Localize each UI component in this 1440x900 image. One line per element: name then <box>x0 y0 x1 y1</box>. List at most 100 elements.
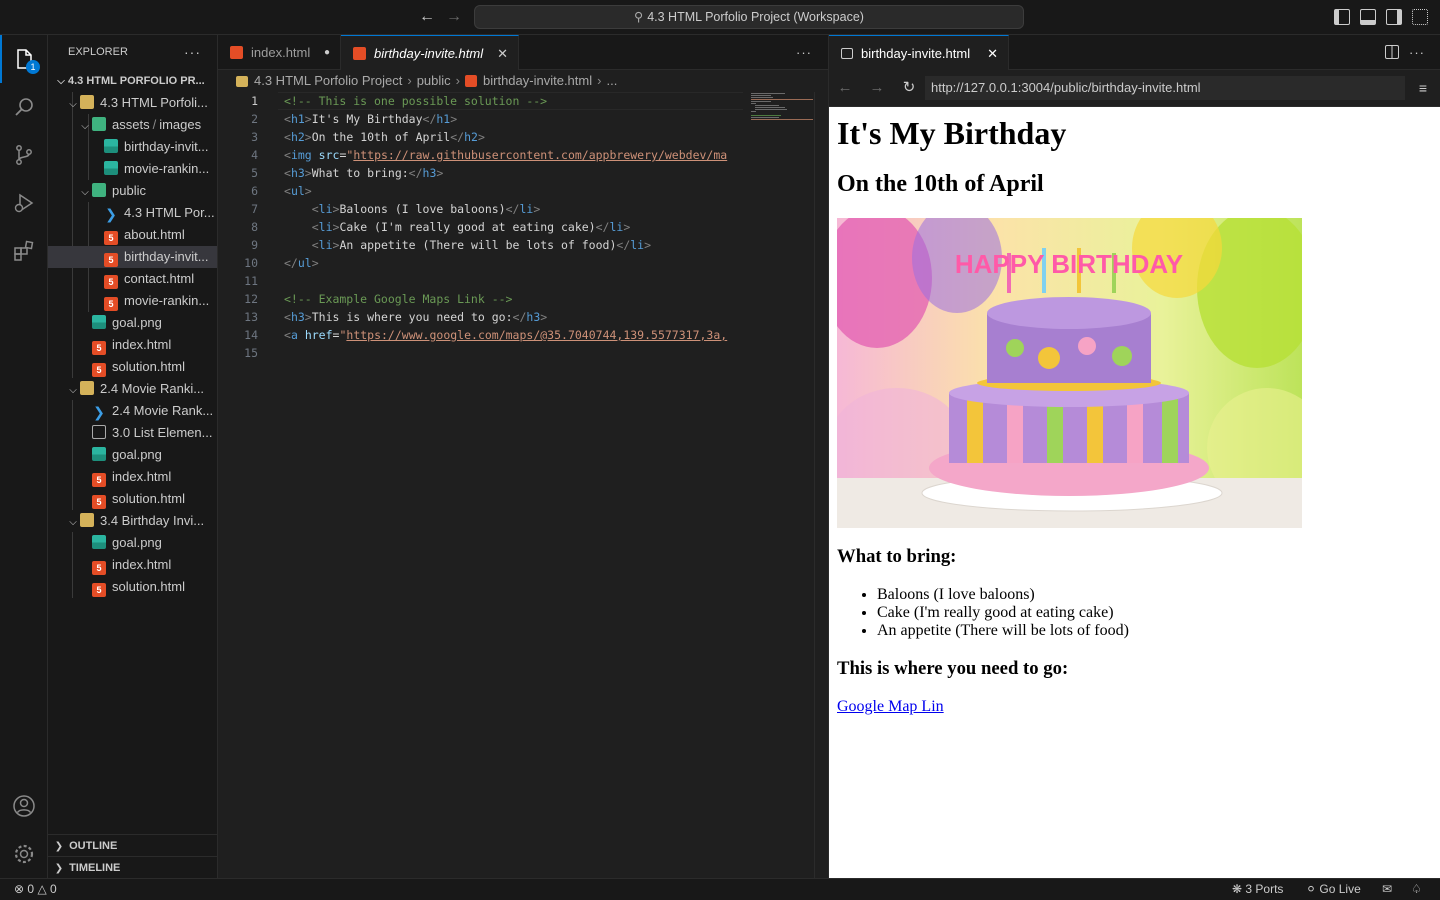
code-token: What to bring: <box>311 166 409 180</box>
tree-file[interactable]: 5 solution.html <box>48 576 217 598</box>
tree-label: birthday-invit... <box>124 249 209 264</box>
code-token: h1 <box>436 112 451 126</box>
outline-section[interactable]: ❯ OUTLINE <box>48 834 217 856</box>
tree-file[interactable]: goal.png <box>48 532 217 554</box>
tree-file[interactable]: 5 index.html <box>48 466 217 488</box>
tab-birthday-invite-html[interactable]: birthday-invite.html ✕ <box>341 35 519 70</box>
accounts-activity[interactable] <box>0 782 48 830</box>
page-heading-1: It's My Birthday <box>837 115 1067 151</box>
reload-icon[interactable]: ↻ <box>899 78 919 98</box>
split-editor-icon[interactable] <box>1385 45 1399 59</box>
chevron-down-icon: ⌵ <box>69 99 77 110</box>
ports-indicator[interactable]: ❋ 3 Ports <box>1232 879 1283 900</box>
forward-arrow-icon[interactable]: → <box>867 78 887 98</box>
tree-file[interactable]: 3.0 List Elemen... <box>48 422 217 444</box>
tree-folder[interactable]: ⌵ 2.4 Movie Ranki... <box>48 378 217 400</box>
minimap-line <box>751 115 781 116</box>
where-to-go-heading: This is where you need to go: <box>837 658 1069 679</box>
tree-file[interactable]: 5 index.html <box>48 554 217 576</box>
tree-file[interactable]: movie-rankin... <box>48 158 217 180</box>
more-actions-icon[interactable]: ··· <box>796 35 812 70</box>
source-control-activity[interactable] <box>0 131 48 179</box>
bell-icon[interactable]: ♤ <box>1411 879 1422 900</box>
tree-folder[interactable]: ⌵ 3.4 Birthday Invi... <box>48 510 217 532</box>
tree-file[interactable]: 5 birthday-invit... <box>48 246 217 268</box>
code-token: < <box>284 166 291 180</box>
toggle-primary-sidebar-icon[interactable] <box>1334 9 1350 25</box>
birthday-cake-image: HAPPY BIRTHDAY <box>837 218 1302 528</box>
google-map-link[interactable]: Google Map Lin <box>837 698 944 715</box>
code-token: > <box>304 166 312 180</box>
minimap[interactable] <box>751 92 816 122</box>
tree-file[interactable]: 5 index.html <box>48 334 217 356</box>
modified-dot-icon[interactable]: ● <box>324 35 330 70</box>
chevron-right-icon: › <box>597 73 602 88</box>
command-center[interactable]: ⚲ 4.3 HTML Porfolio Project (Workspace) <box>474 5 1024 29</box>
breadcrumb-item[interactable]: 4.3 HTML Porfolio Project <box>254 73 402 88</box>
code-token: li <box>519 202 534 216</box>
chevron-down-icon: ⌵ <box>81 121 89 132</box>
code-token: li <box>609 220 624 234</box>
tree-folder[interactable]: ⌵ 4.3 HTML PORFOLIO PR... <box>48 70 217 92</box>
code-line: 8 <li>Cake (I'm really good at eating ca… <box>218 218 743 236</box>
customize-layout-icon[interactable] <box>1412 9 1428 25</box>
code-line: 9 <li>An appetite (There will be lots of… <box>218 236 743 254</box>
code-token: > <box>304 310 312 324</box>
tree-file[interactable]: birthday-invit... <box>48 136 217 158</box>
code-token: </ <box>408 166 423 180</box>
tree-file[interactable]: 5 movie-rankin... <box>48 290 217 312</box>
editor-scrollbar[interactable] <box>814 92 815 878</box>
forward-arrow-icon[interactable]: → <box>444 8 464 28</box>
menu-icon[interactable]: ≡ <box>1413 78 1433 98</box>
html-file-icon: 5 <box>92 341 106 355</box>
tree-file[interactable]: goal.png <box>48 444 217 466</box>
tab-index-html[interactable]: index.html ● <box>218 35 341 70</box>
url-input[interactable]: http://127.0.0.1:3004/public/birthday-in… <box>925 76 1405 100</box>
image-file-icon <box>92 535 106 549</box>
timeline-section[interactable]: ❯ TIMELINE <box>48 856 217 878</box>
more-actions-icon[interactable]: ··· <box>184 35 201 70</box>
close-icon[interactable]: ✕ <box>987 36 998 71</box>
code-editor[interactable]: 1 <!-- This is one possible solution --> 2… <box>218 92 743 878</box>
line-source: <!-- This is one possible solution --> <box>284 92 547 110</box>
tree-folder[interactable]: ⌵ assets / images <box>48 114 217 136</box>
manage-activity[interactable] <box>0 830 48 878</box>
image-file-icon <box>92 315 106 329</box>
tree-folder[interactable]: ⌵ public <box>48 180 217 202</box>
search-activity[interactable] <box>0 83 48 131</box>
toggle-panel-icon[interactable] <box>1360 9 1376 25</box>
tree-file[interactable]: 5 about.html <box>48 224 217 246</box>
explorer-activity[interactable]: 1 <box>0 35 48 83</box>
go-live-button[interactable]: ⚪ Go Live <box>1306 879 1361 900</box>
broadcast-icon: ⚪ <box>1306 882 1317 896</box>
tree-file[interactable]: 5 solution.html <box>48 356 217 378</box>
more-actions-icon[interactable]: ··· <box>1409 35 1425 70</box>
tree-folder[interactable]: ⌵ 4.3 HTML Porfoli... <box>48 92 217 114</box>
back-arrow-icon[interactable]: ← <box>835 78 855 98</box>
tree-file[interactable]: ❯ 2.4 Movie Rank... <box>48 400 217 422</box>
line-number: 12 <box>244 292 258 306</box>
problems-indicator[interactable]: ⊗ 0 △ 0 <box>14 879 57 900</box>
line-source: <img src="https://raw.githubusercontent.… <box>284 146 727 164</box>
back-arrow-icon[interactable]: ← <box>417 8 437 28</box>
code-line: 5 <h3>What to bring:</h3> <box>218 164 743 182</box>
explorer-header: EXPLORER ··· <box>48 35 217 70</box>
tree-file[interactable]: 5 contact.html <box>48 268 217 290</box>
tree-file[interactable]: 5 solution.html <box>48 488 217 510</box>
code-line: 2 <h1>It's My Birthday</h1> <box>218 110 743 128</box>
breadcrumb-item[interactable]: ... <box>606 73 617 88</box>
breadcrumb-item[interactable]: public <box>417 73 451 88</box>
feedback-icon[interactable]: ✉ <box>1382 879 1392 900</box>
tree-label: about.html <box>124 227 185 242</box>
tree-file[interactable]: goal.png <box>48 312 217 334</box>
breadcrumb-item[interactable]: birthday-invite.html <box>483 73 592 88</box>
run-debug-activity[interactable] <box>0 179 48 227</box>
close-icon[interactable]: ✕ <box>497 36 508 71</box>
image-file-icon <box>104 139 118 153</box>
tab-preview[interactable]: birthday-invite.html ✕ <box>829 35 1009 70</box>
extensions-activity[interactable] <box>0 227 48 275</box>
line-source: </ul> <box>284 254 319 272</box>
toggle-secondary-sidebar-icon[interactable] <box>1386 9 1402 25</box>
tree-file[interactable]: ❯ 4.3 HTML Por... <box>48 202 217 224</box>
